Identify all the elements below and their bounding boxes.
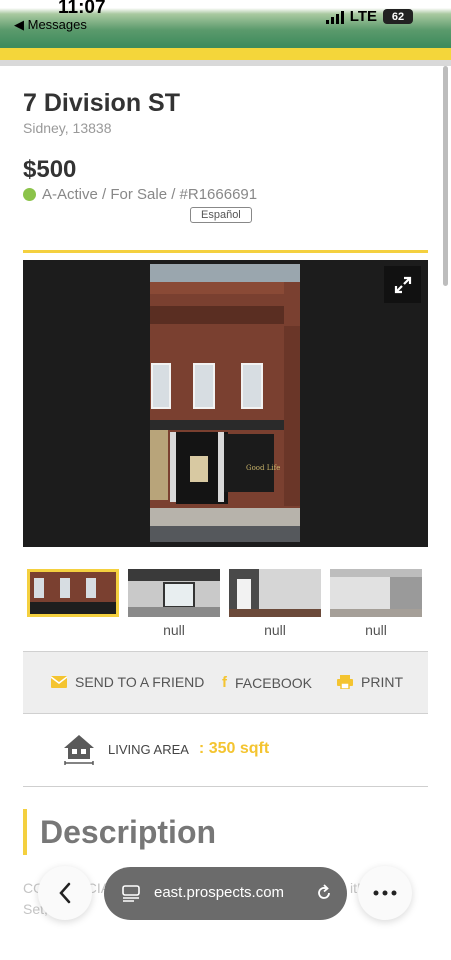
thumbnail-3[interactable] xyxy=(229,569,321,617)
reload-icon[interactable] xyxy=(315,884,333,902)
thumbnail-2[interactable] xyxy=(128,569,220,617)
page-menu-icon[interactable] xyxy=(122,885,140,903)
divider xyxy=(23,250,428,253)
thumbnail-strip: null null null xyxy=(27,569,427,639)
network-label: LTE xyxy=(349,8,377,25)
espanol-button[interactable]: Español xyxy=(190,207,252,223)
status-bar: 11:07 ◀ Messages LTE 62 xyxy=(0,0,451,70)
listing-locality: Sidney, 13838 xyxy=(23,120,112,136)
facebook-button[interactable]: f FACEBOOK xyxy=(222,674,312,691)
back-to-messages[interactable]: ◀ Messages xyxy=(14,17,87,33)
house-area-icon xyxy=(64,735,94,765)
chevron-left-icon xyxy=(59,882,71,904)
listing-address: 7 Division ST xyxy=(23,89,180,117)
living-area-row: LIVING AREA : 350 sqft xyxy=(62,732,269,766)
storefront-photo: Good Life xyxy=(150,264,300,542)
send-to-friend-button[interactable]: SEND TO A FRIEND xyxy=(51,674,204,690)
thumbnail-2-label: null xyxy=(163,622,185,638)
scrollbar[interactable] xyxy=(443,66,448,286)
ellipsis-icon xyxy=(373,890,397,896)
thumbnail-3-label: null xyxy=(264,622,286,638)
signal-icon xyxy=(325,10,344,24)
status-indicators: LTE 62 xyxy=(325,8,413,25)
thumbnail-room-image xyxy=(229,569,321,617)
fullscreen-button[interactable] xyxy=(384,266,421,303)
listing-status-text: A-Active / For Sale / #R1666691 xyxy=(42,186,258,203)
facebook-icon: f xyxy=(222,674,227,691)
facebook-label: FACEBOOK xyxy=(235,674,313,691)
thumbnail-room2-image xyxy=(330,569,422,617)
active-status-dot-icon xyxy=(23,188,36,201)
svg-text:Good Life: Good Life xyxy=(246,464,280,472)
thumbnail-4-label: null xyxy=(365,622,387,638)
living-area-value: : 350 sqft xyxy=(198,740,270,757)
thumbnail-exterior-image xyxy=(30,572,116,614)
browser-back-button[interactable] xyxy=(38,866,92,920)
main-photo[interactable]: Good Life xyxy=(150,264,300,542)
battery-icon: 62 xyxy=(383,9,413,24)
printer-icon xyxy=(337,675,353,689)
thumbnail-interior-image xyxy=(128,569,220,617)
envelope-icon xyxy=(51,676,67,688)
description-heading: Description xyxy=(40,814,217,850)
more-options-button[interactable] xyxy=(358,866,412,920)
share-bar: SEND TO A FRIEND f FACEBOOK PRINT xyxy=(23,651,428,714)
photo-gallery[interactable]: Good Life xyxy=(23,260,428,547)
listing-price: $500 xyxy=(23,156,77,183)
living-area-label: LIVING AREA xyxy=(108,741,189,757)
thumbnail-1[interactable] xyxy=(27,569,119,617)
print-label: PRINT xyxy=(361,674,403,690)
expand-icon xyxy=(394,276,411,293)
url-text: east.prospects.com xyxy=(154,884,285,901)
listing-status: A-Active / For Sale / #R1666691 xyxy=(23,186,257,203)
print-button[interactable]: PRINT xyxy=(337,674,403,690)
address-bar[interactable]: east.prospects.com xyxy=(104,867,347,920)
divider xyxy=(23,786,428,787)
thumbnail-4[interactable] xyxy=(330,569,422,617)
description-accent-bar xyxy=(23,809,27,855)
send-to-friend-label: SEND TO A FRIEND xyxy=(75,674,205,690)
